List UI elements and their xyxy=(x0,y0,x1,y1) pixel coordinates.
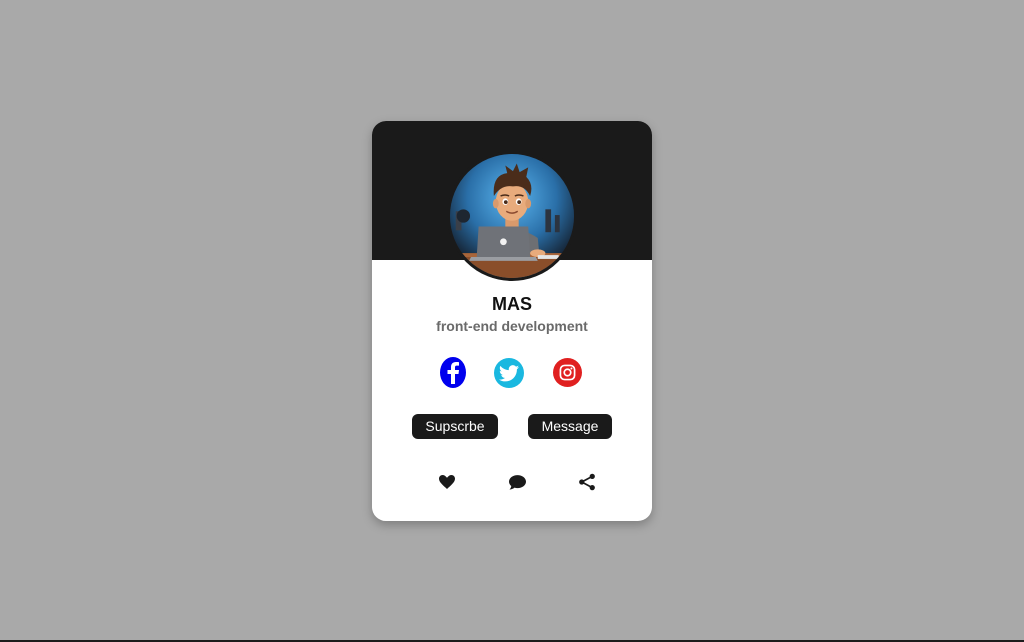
comment-icon xyxy=(508,474,526,490)
comment-button[interactable] xyxy=(507,472,527,492)
instagram-icon xyxy=(559,364,576,381)
facebook-link[interactable] xyxy=(440,357,466,388)
profile-card: MAS front-end development Supscrbe Messa… xyxy=(372,121,652,521)
twitter-icon xyxy=(499,364,519,381)
facebook-icon xyxy=(447,361,459,384)
like-button[interactable] xyxy=(437,472,457,492)
subscribe-button[interactable]: Supscrbe xyxy=(412,414,498,439)
heart-icon xyxy=(439,475,455,489)
avatar-image xyxy=(450,154,574,278)
share-icon xyxy=(579,473,595,491)
instagram-link[interactable] xyxy=(553,358,582,387)
share-button[interactable] xyxy=(577,472,597,492)
avatar xyxy=(447,151,577,281)
twitter-link[interactable] xyxy=(494,358,524,388)
profile-role: front-end development xyxy=(436,318,588,334)
message-button[interactable]: Message xyxy=(528,414,612,439)
profile-name: MAS xyxy=(492,294,532,314)
